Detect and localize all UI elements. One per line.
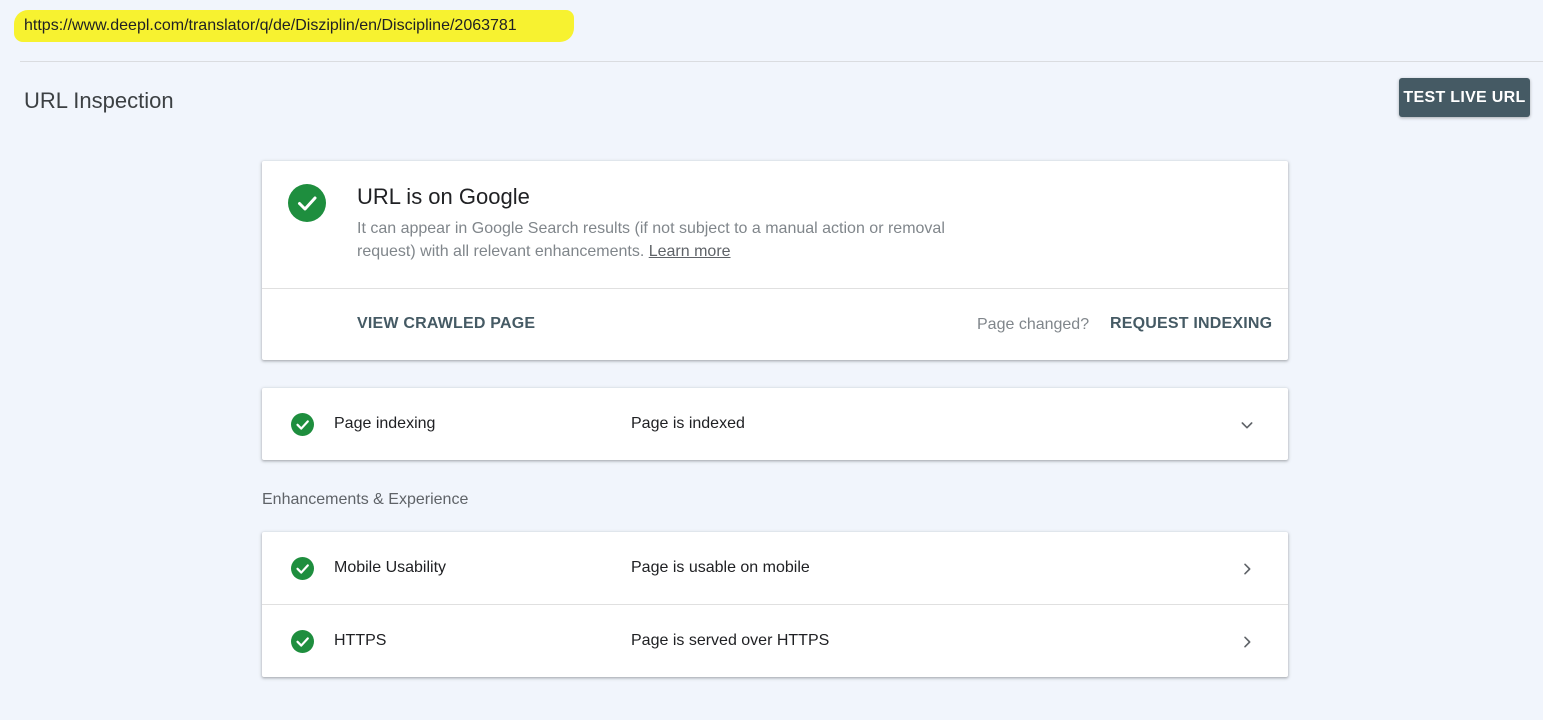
check-circle-icon: [291, 413, 314, 436]
inspected-url-bar: https://www.deepl.com/translator/q/de/Di…: [14, 10, 574, 42]
card-divider: [262, 288, 1288, 289]
page-changed-label: Page changed?: [977, 316, 1090, 333]
view-crawled-page-button[interactable]: VIEW CRAWLED PAGE: [357, 315, 535, 333]
page-indexing-row[interactable]: Page indexing Page is indexed: [262, 388, 1288, 460]
enhancement-row-https[interactable]: HTTPS Page is served over HTTPS: [262, 605, 1288, 677]
learn-more-link[interactable]: Learn more: [649, 243, 731, 260]
request-indexing-button[interactable]: REQUEST INDEXING: [1110, 315, 1272, 333]
status-heading: URL is on Google: [357, 184, 530, 209]
page-indexing-card: Page indexing Page is indexed: [262, 388, 1288, 460]
page-title: URL Inspection: [24, 88, 174, 113]
enhancement-value: Page is usable on mobile: [631, 559, 810, 576]
chevron-down-icon[interactable]: [1236, 414, 1258, 436]
check-circle-icon: [291, 630, 314, 653]
inspected-url: https://www.deepl.com/translator/q/de/Di…: [24, 17, 517, 34]
test-live-url-button[interactable]: TEST LIVE URL: [1399, 78, 1530, 117]
check-circle-icon: [291, 557, 314, 580]
index-status-card: URL is on Google It can appear in Google…: [262, 161, 1288, 360]
header-divider: [20, 61, 1543, 62]
enhancement-label: HTTPS: [334, 632, 387, 649]
status-description: It can appear in Google Search results (…: [357, 217, 997, 263]
enhancement-value: Page is served over HTTPS: [631, 632, 830, 649]
enhancements-section-title: Enhancements & Experience: [262, 491, 469, 508]
enhancements-card: Mobile Usability Page is usable on mobil…: [262, 532, 1288, 677]
check-circle-icon: [288, 184, 326, 222]
chevron-right-icon[interactable]: [1236, 631, 1258, 653]
enhancement-label: Mobile Usability: [334, 559, 447, 576]
enhancement-row-mobile-usability[interactable]: Mobile Usability Page is usable on mobil…: [262, 532, 1288, 605]
url-inspection-page: https://www.deepl.com/translator/q/de/Di…: [0, 0, 1543, 720]
page-indexing-label: Page indexing: [334, 415, 436, 432]
page-indexing-value: Page is indexed: [631, 415, 745, 432]
chevron-right-icon[interactable]: [1236, 558, 1258, 580]
